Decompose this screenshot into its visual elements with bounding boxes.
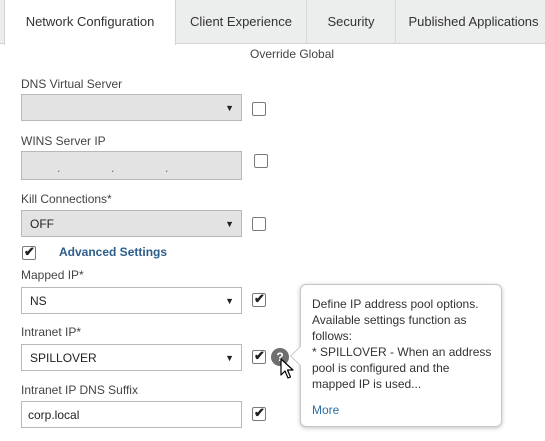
chevron-down-icon: ▼ bbox=[225, 296, 234, 306]
popover-line: pool is configured and the bbox=[312, 361, 450, 375]
advanced-settings-label[interactable]: Advanced Settings bbox=[59, 245, 167, 259]
popover-line: Define IP address pool options. bbox=[312, 297, 479, 311]
ip-separator: . bbox=[57, 161, 61, 175]
dns-virtual-server-label: DNS Virtual Server bbox=[21, 77, 123, 91]
intranet-ip-select[interactable]: SPILLOVER ▼ bbox=[21, 344, 242, 371]
chevron-down-icon: ▼ bbox=[225, 353, 234, 363]
dns-virtual-server-override-checkbox[interactable] bbox=[252, 102, 266, 116]
intranet-ip-label: Intranet IP* bbox=[21, 325, 82, 339]
kill-connections-select[interactable]: OFF ▼ bbox=[21, 210, 242, 237]
ip-separator: . bbox=[165, 161, 169, 175]
tab-network-configuration[interactable]: Network Configuration bbox=[4, 0, 176, 45]
wins-server-ip-input[interactable]: . . . bbox=[21, 151, 242, 180]
chevron-down-icon: ▼ bbox=[225, 103, 234, 113]
check-icon: ✔ bbox=[24, 244, 35, 259]
kill-connections-value: OFF bbox=[30, 217, 54, 231]
wins-server-ip-override-checkbox[interactable] bbox=[254, 154, 268, 168]
intranet-ip-dns-suffix-label: Intranet IP DNS Suffix bbox=[21, 383, 138, 397]
tab-bar: Network Configuration Client Experience … bbox=[0, 0, 545, 45]
wins-server-ip-label: WINS Server IP bbox=[21, 134, 106, 148]
intranet-ip-dns-suffix-value: corp.local bbox=[28, 408, 80, 422]
popover-line: * SPILLOVER - When an address bbox=[312, 345, 492, 359]
check-icon: ✔ bbox=[254, 291, 265, 306]
tab-security[interactable]: Security bbox=[307, 0, 396, 44]
tab-published-applications[interactable]: Published Applications bbox=[396, 0, 545, 44]
intranet-ip-value: SPILLOVER bbox=[30, 351, 97, 365]
intranet-ip-override-checkbox[interactable]: ✔ bbox=[252, 348, 266, 364]
mouse-pointer-icon bbox=[280, 358, 294, 379]
advanced-settings-checkbox[interactable]: ✔ bbox=[22, 244, 36, 260]
mapped-ip-override-checkbox[interactable]: ✔ bbox=[252, 291, 266, 307]
intranet-ip-dns-suffix-input[interactable]: corp.local bbox=[21, 401, 242, 428]
check-icon: ✔ bbox=[254, 405, 265, 420]
ip-separator: . bbox=[111, 161, 115, 175]
mapped-ip-label: Mapped IP* bbox=[21, 268, 84, 282]
popover-line: Available settings function as bbox=[312, 313, 467, 327]
override-global-header: Override Global bbox=[250, 47, 335, 61]
popover-text: Define IP address pool options. Availabl… bbox=[312, 296, 497, 392]
tab-client-experience[interactable]: Client Experience bbox=[176, 0, 307, 44]
popover-line: mapped IP is used... bbox=[312, 377, 422, 391]
intranet-ip-dns-suffix-override-checkbox[interactable]: ✔ bbox=[252, 405, 266, 421]
mapped-ip-select[interactable]: NS ▼ bbox=[21, 287, 242, 314]
popover-line: follows: bbox=[312, 329, 353, 343]
dns-virtual-server-select[interactable]: ▼ bbox=[21, 94, 242, 121]
check-icon: ✔ bbox=[254, 348, 265, 363]
popover-more-link[interactable]: More bbox=[312, 403, 339, 417]
kill-connections-override-checkbox[interactable] bbox=[252, 217, 266, 231]
kill-connections-label: Kill Connections* bbox=[21, 192, 112, 206]
mapped-ip-value: NS bbox=[30, 294, 47, 308]
help-popover: Define IP address pool options. Availabl… bbox=[290, 284, 502, 427]
chevron-down-icon: ▼ bbox=[225, 219, 234, 229]
